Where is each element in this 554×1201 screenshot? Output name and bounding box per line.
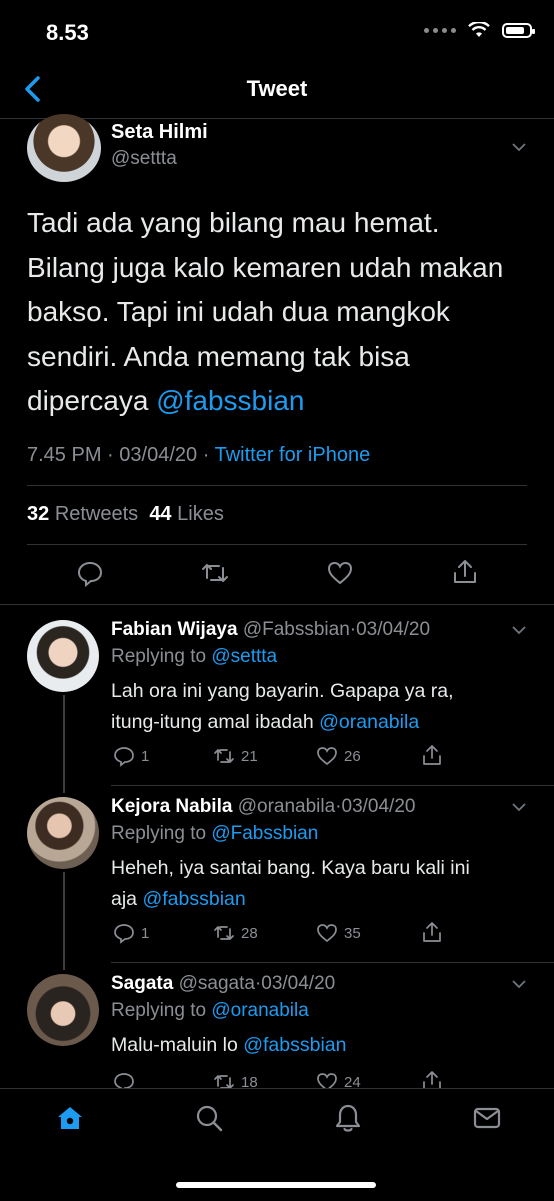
status-indicators [424,22,535,38]
retweet-icon[interactable] [201,559,229,587]
page-title: Tweet [246,76,308,101]
author-handle[interactable]: @settta [111,148,177,170]
likes-count[interactable]: 44 [149,503,171,525]
chevron-down-icon[interactable] [512,140,526,154]
mention-link[interactable]: @oranabila [319,711,419,733]
divider [0,604,554,605]
reply-author-handle[interactable]: @sagata [179,973,255,994]
replying-to: Replying to @settta [111,646,278,667]
reply-icon [114,924,134,944]
thread-line [63,872,65,970]
reply-date: 03/04/20 [261,973,336,994]
mention-link[interactable]: @fabssbian [243,1034,346,1056]
reply-button[interactable]: 1 [113,745,149,767]
avatar[interactable] [27,620,99,692]
home-indicator[interactable] [176,1182,376,1188]
reply-author-name[interactable]: Fabian Wijaya [111,619,238,640]
chevron-down-icon[interactable] [512,800,526,814]
signal-icon [424,27,456,33]
wifi-icon [468,22,490,37]
reply-author-handle[interactable]: @oranabila [238,796,335,817]
reply-date: 03/04/20 [356,619,431,640]
reply-text: Malu-maluin lo @fabssbian [111,1034,347,1056]
reply-author-name[interactable]: Sagata [111,973,173,994]
reply-text: Heheh, iya santai bang. Kaya baru kali i… [111,857,470,910]
thread-line [63,695,65,793]
share-icon[interactable] [421,744,443,766]
mention-link[interactable]: @settta [211,646,277,667]
chevron-down-icon[interactable] [512,977,526,991]
tweet-text: Tadi ada yang bilang mau hemat. Bilang j… [27,207,504,416]
avatar[interactable] [27,114,101,182]
share-icon[interactable] [451,558,479,586]
client-link[interactable]: Twitter for iPhone [215,444,371,466]
retweet-button[interactable]: 21 [213,745,258,767]
avatar[interactable] [27,974,99,1046]
reply-author-name[interactable]: Kejora Nabila [111,796,232,817]
tweet-stats: 32 Retweets 44 Likes [27,503,224,525]
reply-header: Fabian Wijaya @Fabssbian·03/04/20 [111,619,431,640]
like-icon [317,747,337,766]
home-icon[interactable] [55,1103,85,1133]
retweets-count[interactable]: 32 [27,503,49,525]
mention-link[interactable]: @fabssbian [142,888,245,910]
like-icon[interactable] [326,559,354,587]
mention-link[interactable]: @Fabssbian [211,823,318,844]
reply-author-handle[interactable]: @Fabssbian [243,619,350,640]
reply-text: Lah ora ini yang bayarin. Gapapa ya ra, … [111,680,454,733]
divider [111,962,554,963]
messages-icon[interactable] [472,1103,502,1133]
like-button[interactable]: 35 [316,922,361,944]
chevron-down-icon[interactable] [512,623,526,637]
divider [27,485,527,486]
retweet-button[interactable]: 28 [213,922,258,944]
like-button[interactable]: 26 [316,745,361,767]
author-name[interactable]: Seta Hilmi [111,121,208,144]
search-icon[interactable] [194,1103,224,1133]
divider [27,544,527,545]
replying-to: Replying to @Fabssbian [111,823,319,844]
reply-icon[interactable] [76,559,104,587]
battery-icon [502,22,535,38]
reply-date: 03/04/20 [341,796,416,817]
mention-link[interactable]: @oranabila [211,1000,308,1021]
retweet-icon [214,926,234,940]
retweet-icon [214,749,234,763]
mention-link[interactable]: @fabssbian [156,385,304,416]
avatar[interactable] [27,797,99,869]
status-time: 8.53 [46,20,89,45]
divider [111,785,554,786]
replying-to: Replying to @oranabila [111,1000,309,1021]
like-icon [317,924,337,943]
reply-button[interactable]: 1 [113,922,149,944]
tweet-meta: 7.45 PM · 03/04/20 · Twitter for iPhone [27,444,371,466]
reply-header: Kejora Nabila @oranabila·03/04/20 [111,796,416,817]
reply-icon [114,747,134,767]
share-icon[interactable] [421,921,443,943]
reply-header: Sagata @sagata·03/04/20 [111,973,336,994]
notifications-icon[interactable] [333,1103,363,1133]
